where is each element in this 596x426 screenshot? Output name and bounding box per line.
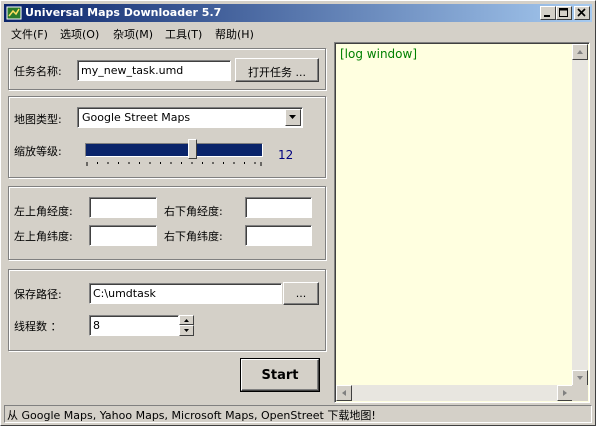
app-icon bbox=[6, 6, 22, 20]
spin-up-icon bbox=[184, 319, 189, 322]
window-title: Universal Maps Downloader 5.7 bbox=[25, 6, 222, 19]
save-group: 保存路径: C:\umdtask ... 线程数 ： 8 bbox=[8, 269, 326, 351]
open-task-button[interactable]: 打开任务 ... bbox=[235, 58, 319, 82]
browse-button[interactable]: ... bbox=[283, 282, 319, 305]
save-path-input[interactable]: C:\umdtask bbox=[89, 283, 282, 304]
minimize-icon bbox=[544, 15, 550, 17]
zoom-level-label: 缩放等级: bbox=[14, 145, 62, 158]
dropdown-button[interactable] bbox=[285, 109, 301, 126]
tl-lat-label: 左上角纬度: bbox=[14, 230, 73, 243]
dropdown-arrow-icon bbox=[289, 115, 296, 119]
zoom-level-value: 12 bbox=[278, 148, 294, 162]
threads-spinner[interactable] bbox=[179, 315, 194, 336]
start-button[interactable]: Start bbox=[240, 358, 320, 392]
task-name-input[interactable]: my_new_task.umd bbox=[77, 60, 231, 81]
spin-down-icon bbox=[184, 329, 189, 332]
zoom-slider-thumb[interactable] bbox=[188, 139, 198, 159]
main-window: Universal Maps Downloader 5.7 文件(F) 选项(O… bbox=[0, 0, 596, 426]
coordinates-group: 左上角经度: 右下角经度: 左上角纬度: 右下角纬度: bbox=[8, 186, 326, 260]
map-type-value: Google Street Maps bbox=[82, 111, 191, 124]
threads-input[interactable]: 8 bbox=[89, 315, 179, 336]
close-icon bbox=[577, 8, 586, 17]
menu-file[interactable]: 文件(F) bbox=[8, 25, 51, 43]
scroll-right-button[interactable] bbox=[557, 385, 573, 401]
title-bar[interactable]: Universal Maps Downloader 5.7 bbox=[4, 4, 592, 22]
maximize-button[interactable] bbox=[556, 6, 572, 20]
menu-help[interactable]: 帮助(H) bbox=[212, 25, 257, 43]
spin-up-button[interactable] bbox=[179, 315, 194, 325]
minimize-button[interactable] bbox=[540, 6, 556, 20]
menu-tools[interactable]: 工具(T) bbox=[162, 25, 205, 43]
log-horizontal-scrollbar[interactable] bbox=[336, 385, 573, 401]
scroll-up-icon bbox=[577, 50, 583, 54]
scroll-down-button[interactable] bbox=[572, 370, 588, 386]
status-bar: 从 Google Maps, Yahoo Maps, Microsoft Map… bbox=[4, 405, 592, 423]
scroll-left-icon bbox=[342, 390, 346, 396]
scroll-left-button[interactable] bbox=[336, 385, 352, 401]
br-lon-input[interactable] bbox=[245, 197, 312, 218]
task-name-label: 任务名称: bbox=[14, 65, 62, 78]
log-vertical-scrollbar[interactable] bbox=[572, 44, 588, 386]
scroll-down-icon bbox=[577, 376, 583, 380]
spin-down-button[interactable] bbox=[179, 325, 194, 336]
save-path-label: 保存路径: bbox=[14, 288, 62, 301]
log-text: [log window] bbox=[340, 47, 417, 61]
menu-bar: 文件(F) 选项(O) 杂项(M) 工具(T) 帮助(H) bbox=[4, 23, 592, 42]
scroll-up-button[interactable] bbox=[572, 44, 588, 60]
map-group: 地图类型: Google Street Maps 缩放等级: 12 bbox=[8, 96, 326, 178]
scrollbar-corner bbox=[572, 385, 588, 401]
status-text: 从 Google Maps, Yahoo Maps, Microsoft Map… bbox=[7, 409, 376, 422]
tl-lon-input[interactable] bbox=[89, 197, 157, 218]
br-lat-label: 右下角纬度: bbox=[164, 230, 223, 243]
tl-lon-label: 左上角经度: bbox=[14, 205, 73, 218]
task-group: 任务名称: my_new_task.umd 打开任务 ... bbox=[8, 48, 326, 90]
zoom-slider-track bbox=[85, 143, 263, 157]
map-type-label: 地图类型: bbox=[14, 113, 62, 126]
maximize-icon bbox=[559, 8, 568, 17]
zoom-slider[interactable] bbox=[83, 139, 265, 169]
menu-options[interactable]: 选项(O) bbox=[57, 25, 102, 43]
tl-lat-input[interactable] bbox=[89, 225, 157, 246]
zoom-slider-ticks bbox=[86, 162, 262, 166]
br-lat-input[interactable] bbox=[245, 225, 312, 246]
br-lon-label: 右下角经度: bbox=[164, 205, 223, 218]
map-type-select[interactable]: Google Street Maps bbox=[77, 107, 303, 128]
close-button[interactable] bbox=[574, 6, 590, 20]
menu-misc[interactable]: 杂项(M) bbox=[110, 25, 156, 43]
log-window[interactable]: [log window] bbox=[334, 42, 590, 403]
threads-label: 线程数 ： bbox=[14, 320, 62, 333]
scroll-right-icon bbox=[563, 390, 567, 396]
